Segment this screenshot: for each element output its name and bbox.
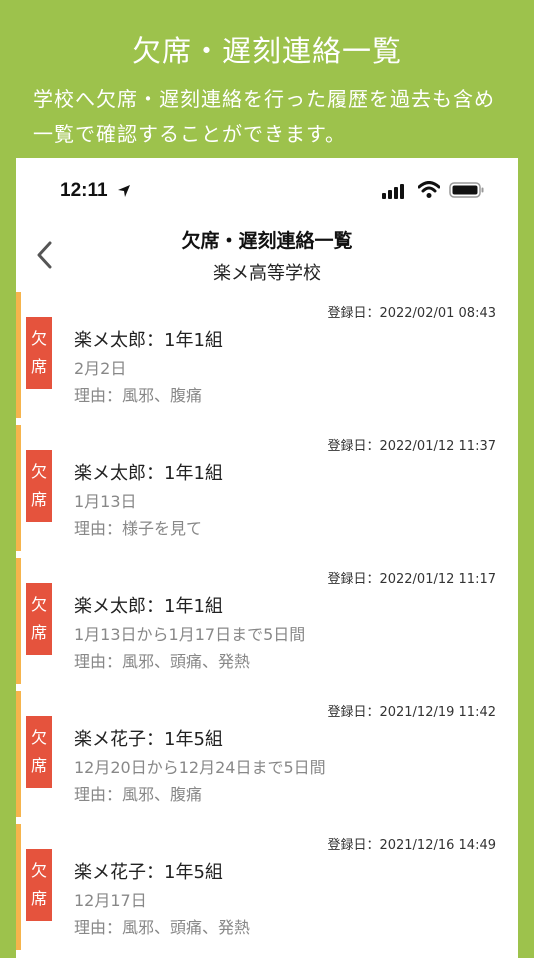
- absence-dates: 12月20日から12月24日まで5日間: [74, 758, 326, 777]
- list-item[interactable]: 欠席 登録日：2021/12/16 14:49 楽メ花子：1年5組 12月17日…: [16, 822, 518, 955]
- absence-dates: 12月17日: [74, 891, 147, 910]
- card-stripe: [16, 558, 21, 684]
- absence-dates: 2月2日: [74, 359, 127, 378]
- absence-dates: 1月13日: [74, 492, 137, 511]
- absence-reason: 理由：様子を見て: [74, 519, 203, 538]
- card-stripe: [16, 292, 21, 418]
- absence-reason: 理由：風邪、頭痛、発熱: [74, 918, 251, 937]
- absence-reason: 理由：風邪、腹痛: [74, 785, 203, 804]
- absence-badge: 欠席: [26, 450, 52, 522]
- student-name: 楽メ花子：1年5組: [74, 862, 223, 883]
- list-item[interactable]: 欠席 登録日：2022/01/12 11:17 楽メ太郎：1年1組 1月13日か…: [16, 556, 518, 689]
- student-name: 楽メ太郎：1年1組: [74, 330, 223, 351]
- absence-reason: 理由：風邪、腹痛: [74, 386, 203, 405]
- list-item[interactable]: 欠席 登録日：2021/12/19 11:42 楽メ花子：1年5組 12月20日…: [16, 689, 518, 822]
- promo-title: 欠席・遅刻連絡一覧: [131, 34, 402, 68]
- student-name: 楽メ太郎：1年1組: [74, 463, 223, 484]
- registration-date: 登録日：2021/12/19 11:42: [327, 705, 496, 720]
- card-stripe: [16, 425, 21, 551]
- list-item[interactable]: 欠席 登録日：2022/02/01 08:43 楽メ太郎：1年1組 2月2日 理…: [16, 290, 518, 423]
- signal-icon: [382, 184, 404, 199]
- absence-badge: 欠席: [26, 583, 52, 655]
- absence-dates: 1月13日から1月17日まで5日間: [74, 625, 306, 644]
- registration-date: 登録日：2022/01/12 11:17: [327, 572, 496, 587]
- student-name: 楽メ太郎：1年1組: [74, 596, 223, 617]
- nav-subtitle: 楽メ高等学校: [213, 263, 321, 284]
- absence-badge: 欠席: [26, 716, 52, 788]
- promo-description: 学校へ欠席・遅刻連絡を行った履歴を過去も含め一覧で確認することができます。: [33, 87, 495, 146]
- registration-date: 登録日：2021/12/16 14:49: [327, 838, 496, 853]
- battery-icon: [449, 182, 484, 198]
- wifi-icon: [418, 181, 440, 198]
- absence-badge: 欠席: [26, 317, 52, 389]
- registration-date: 登録日：2022/01/12 11:37: [327, 439, 496, 454]
- absence-list: 欠席 登録日：2022/02/01 08:43 楽メ太郎：1年1組 2月2日 理…: [16, 290, 518, 955]
- nav-title: 欠席・遅刻連絡一覧: [181, 230, 353, 252]
- card-stripe: [16, 691, 21, 817]
- student-name: 楽メ花子：1年5組: [74, 729, 223, 750]
- absence-reason: 理由：風邪、頭痛、発熱: [74, 652, 251, 671]
- absence-badge: 欠席: [26, 849, 52, 921]
- status-time: 12:11: [60, 180, 108, 201]
- registration-date: 登録日：2022/02/01 08:43: [327, 306, 496, 321]
- list-item[interactable]: 欠席 登録日：2022/01/12 11:37 楽メ太郎：1年1組 1月13日 …: [16, 423, 518, 556]
- phone-screen: 12:11 欠席・遅刻連絡一覧 楽メ高等学校 欠席 登録日：2022/02/01…: [16, 158, 518, 958]
- card-stripe: [16, 824, 21, 950]
- location-arrow-icon: [118, 185, 130, 197]
